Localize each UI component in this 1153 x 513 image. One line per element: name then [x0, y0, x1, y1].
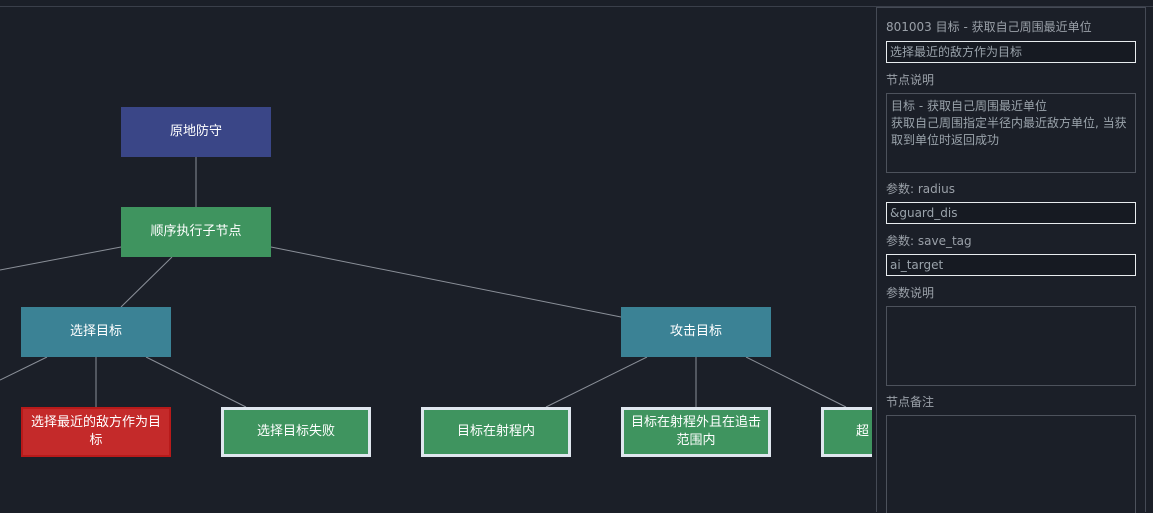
- node-target-chase-range[interactable]: 目标在射程外且在追击范围内: [621, 407, 771, 457]
- node-sequence[interactable]: 顺序执行子节点: [121, 207, 271, 257]
- node-select-target[interactable]: 选择目标: [21, 307, 171, 357]
- link-attack-inrange: [545, 356, 648, 408]
- node-attack-target[interactable]: 攻击目标: [621, 307, 771, 357]
- node-name-field[interactable]: 选择最近的敌方作为目标: [886, 41, 1136, 63]
- node-target-in-range[interactable]: 目标在射程内: [421, 407, 571, 457]
- param-description-label: 参数说明: [886, 286, 935, 300]
- link-select-offscreen: [0, 356, 48, 381]
- param-save-tag-label: 参数: save_tag: [886, 234, 972, 248]
- node-select-nearest-enemy[interactable]: 选择最近的敌方作为目标: [21, 407, 171, 457]
- link-select-fail: [145, 356, 247, 408]
- node-note-label: 节点备注: [886, 395, 935, 409]
- behavior-tree-canvas[interactable]: 原地防守 顺序执行子节点 选择目标 攻击目标 选择最近的敌方作为目标 选择目标失…: [0, 7, 872, 512]
- node-description-text[interactable]: 目标 - 获取自己周围最近单位 获取自己周围指定半径内最近敌方单位, 当获取到单…: [886, 93, 1136, 173]
- node-note-text[interactable]: [886, 415, 1136, 513]
- node-root-defend[interactable]: 原地防守: [121, 107, 271, 157]
- node-description-label: 节点说明: [886, 73, 935, 87]
- link-seq-select: [120, 256, 173, 308]
- param-save-tag-field[interactable]: ai_target: [886, 254, 1136, 276]
- panel-title: 801003 目标 - 获取自己周围最近单位: [886, 20, 1092, 34]
- link-seq-offscreen: [0, 246, 122, 271]
- link-seq-attack: [270, 246, 622, 318]
- node-beyond-truncated[interactable]: 超: [821, 407, 872, 457]
- node-properties-panel: 801003 目标 - 获取自己周围最近单位 选择最近的敌方作为目标 节点说明 …: [876, 7, 1146, 513]
- link-attack-beyond: [745, 356, 847, 408]
- param-radius-label: 参数: radius: [886, 182, 955, 196]
- param-description-text[interactable]: [886, 306, 1136, 386]
- node-select-target-fail[interactable]: 选择目标失败: [221, 407, 371, 457]
- param-radius-field[interactable]: &guard_dis: [886, 202, 1136, 224]
